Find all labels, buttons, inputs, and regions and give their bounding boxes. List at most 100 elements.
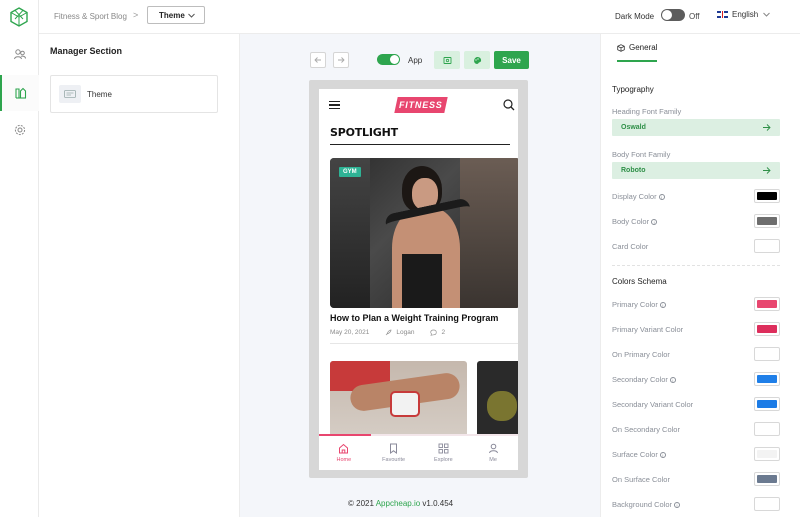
color-setting-label: Surface Color	[612, 450, 658, 459]
manager-title: Manager Section	[50, 46, 123, 56]
manager-item-theme[interactable]: Theme	[50, 75, 218, 113]
section-divider	[612, 265, 780, 266]
color-swatch[interactable]	[754, 447, 780, 461]
footer-link[interactable]: Appcheap.io	[376, 499, 420, 508]
color-swatch[interactable]	[754, 347, 780, 361]
color-setting-row: Body Color i	[612, 214, 780, 228]
preview-mode-button[interactable]	[434, 51, 460, 69]
users-icon	[13, 49, 26, 60]
color-setting-label: Card Color	[612, 242, 649, 251]
info-icon[interactable]: i	[651, 218, 658, 225]
logo-icon[interactable]	[9, 7, 29, 27]
color-setting-row: Background Color i	[612, 497, 780, 511]
info-icon[interactable]: i	[658, 193, 665, 200]
color-setting-row: Secondary Color i	[612, 372, 780, 386]
rail-users[interactable]	[0, 36, 39, 72]
color-swatch[interactable]	[754, 239, 780, 253]
preview-canvas: App Save FITNESS SPOTLIGHT GYM How to Pl…	[240, 34, 600, 517]
brand-text: FITNESS	[399, 100, 443, 110]
comment-icon	[430, 329, 438, 336]
color-swatch[interactable]	[754, 189, 780, 203]
color-setting-label: Primary Variant Color	[612, 325, 684, 334]
article-date: May 20, 2021	[330, 329, 370, 336]
info-icon[interactable]: i	[659, 451, 666, 458]
tab-explore[interactable]: Explore	[419, 436, 469, 470]
tab-label: Me	[489, 457, 497, 463]
tab-general[interactable]: General	[617, 43, 658, 62]
chevron-down-icon	[188, 13, 195, 18]
chevron-down-icon	[763, 12, 771, 17]
info-icon[interactable]: i	[669, 376, 676, 383]
heading-font-label: Heading Font Family	[612, 107, 682, 116]
color-swatch[interactable]	[754, 297, 780, 311]
search-icon[interactable]	[503, 99, 515, 111]
color-swatch[interactable]	[754, 472, 780, 486]
article-hero-image[interactable]: GYM	[330, 158, 518, 308]
dark-mode-toggle[interactable]	[661, 9, 685, 21]
dark-mode-state: Off	[689, 12, 700, 21]
breadcrumb[interactable]: Fitness & Sport Blog	[54, 12, 127, 21]
app-toggle-label: App	[408, 56, 423, 65]
article-author[interactable]: Logan	[396, 329, 414, 336]
grid-icon	[438, 443, 449, 454]
cube-icon	[617, 43, 625, 52]
bookmark-icon	[390, 443, 398, 454]
color-swatch[interactable]	[754, 397, 780, 411]
info-icon[interactable]: i	[659, 301, 666, 308]
settings-icon	[14, 124, 25, 136]
theme-dropdown-label: Theme	[159, 10, 185, 20]
article-thumbnail[interactable]	[330, 361, 467, 441]
brand-logo: FITNESS	[394, 97, 448, 113]
color-setting-row: Surface Color i	[612, 447, 780, 461]
color-swatch[interactable]	[754, 497, 780, 511]
phone-frame: FITNESS SPOTLIGHT GYM How to Plan a Weig…	[309, 80, 528, 478]
colors-schema-title: Colors Schema	[612, 277, 667, 286]
body-font-value: Roboto	[621, 167, 646, 174]
theme-card-icon	[59, 85, 81, 103]
tab-home[interactable]: Home	[319, 436, 369, 470]
article-thumbnail[interactable]	[477, 361, 518, 441]
body-font-field[interactable]: Roboto	[612, 162, 780, 179]
heading-font-field[interactable]: Oswald	[612, 119, 780, 136]
user-icon	[488, 443, 498, 454]
color-swatch[interactable]	[754, 322, 780, 336]
color-setting-row: Primary Color i	[612, 297, 780, 311]
color-setting-row: Card Color	[612, 239, 780, 253]
section-title: SPOTLIGHT	[330, 126, 398, 139]
color-setting-row: On Surface Color	[612, 472, 780, 486]
left-rail	[0, 0, 39, 517]
arrow-right-icon	[338, 57, 345, 63]
tab-general-label: General	[629, 43, 658, 52]
typography-title: Typography	[612, 85, 654, 94]
back-button[interactable]	[310, 52, 326, 68]
tab-favourite[interactable]: Favourite	[369, 436, 419, 470]
tab-label: Home	[336, 457, 352, 463]
category-badge[interactable]: GYM	[339, 167, 361, 177]
language-selector[interactable]: English	[717, 10, 771, 19]
color-swatch[interactable]	[754, 372, 780, 386]
color-setting-row: Primary Variant Color	[612, 322, 780, 336]
tab-me[interactable]: Me	[468, 436, 518, 470]
arrow-right-icon	[763, 124, 771, 131]
app-toggle[interactable]	[377, 54, 400, 65]
theme-dropdown[interactable]: Theme	[147, 6, 205, 24]
save-button[interactable]: Save	[494, 51, 529, 69]
palette-icon	[473, 56, 481, 64]
color-setting-label: Secondary Color	[612, 375, 668, 384]
color-swatch[interactable]	[754, 214, 780, 228]
rail-settings[interactable]	[0, 112, 39, 148]
home-icon	[339, 443, 349, 454]
color-swatch[interactable]	[754, 422, 780, 436]
color-setting-label: Background Color	[612, 500, 673, 509]
info-icon[interactable]: i	[674, 501, 681, 508]
rail-theme[interactable]	[0, 75, 39, 111]
footer-version: v1.0.454	[422, 499, 454, 508]
manager-item-label: Theme	[87, 89, 112, 99]
article-title[interactable]: How to Plan a Weight Training Program	[330, 313, 498, 323]
palette-button[interactable]	[464, 51, 490, 69]
tab-label: Explore	[434, 457, 453, 463]
menu-icon[interactable]	[329, 101, 340, 109]
color-setting-label: On Secondary Color	[612, 425, 680, 434]
forward-button[interactable]	[333, 52, 349, 68]
color-setting-label: Secondary Variant Color	[612, 400, 694, 409]
